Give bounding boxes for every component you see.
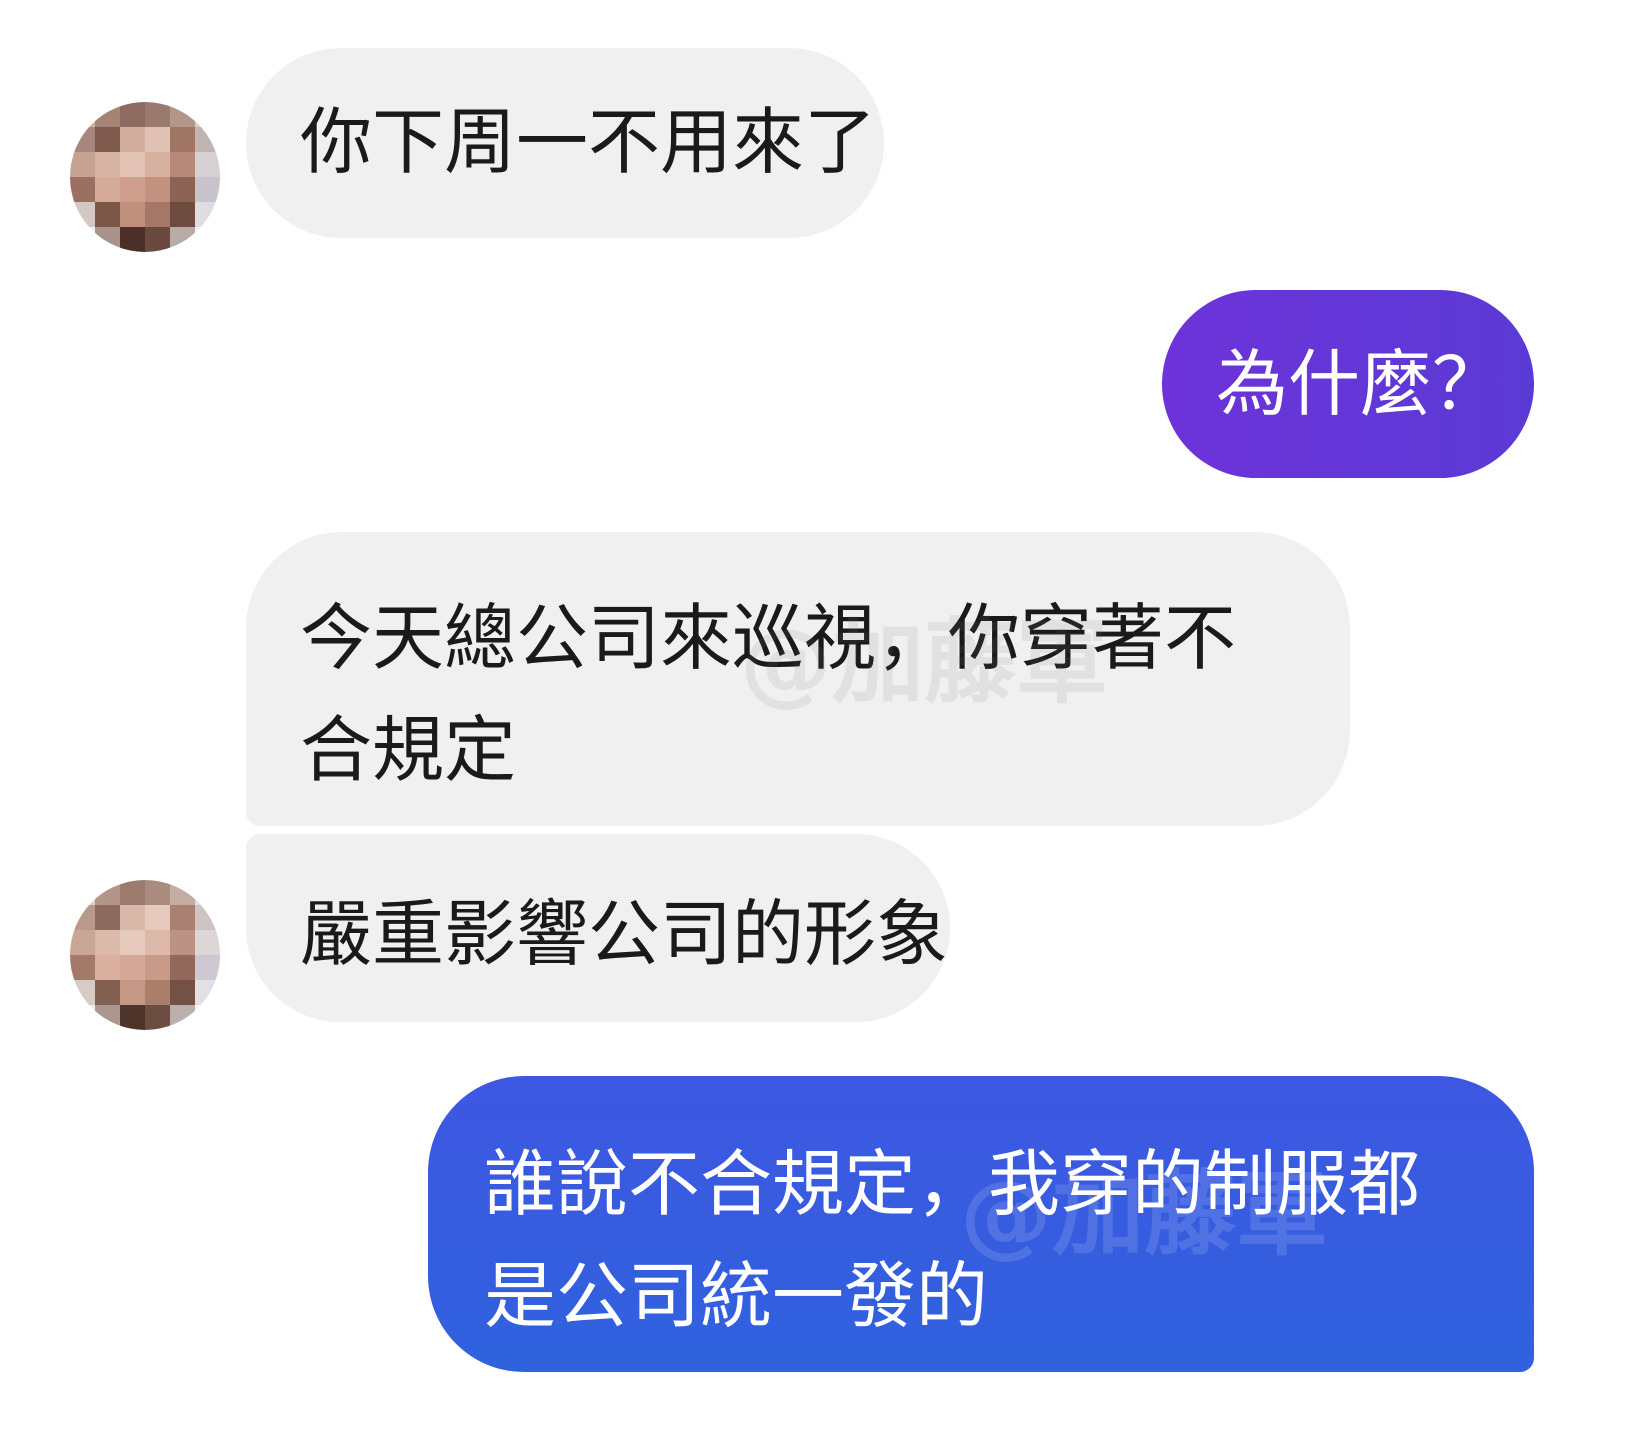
message-text: 為什麼？: [1216, 342, 1505, 426]
message-bubble-incoming[interactable]: 嚴重影響公司的形象: [246, 834, 950, 1022]
message-bubble-outgoing[interactable]: 為什麼？: [1162, 290, 1534, 478]
blurred-profile-photo-icon: [70, 102, 220, 252]
message-text: 今天總公司來巡視，你穿著不合規定: [300, 596, 1237, 792]
message-bubble-outgoing[interactable]: 誰說不合規定，我穿的制服都是公司統一發的: [428, 1076, 1534, 1372]
message-text: 你下周一不用來了: [300, 100, 877, 184]
blurred-profile-photo-icon: [70, 880, 220, 1030]
message-bubble-incoming[interactable]: 你下周一不用來了: [246, 48, 884, 238]
sender-avatar[interactable]: [70, 880, 220, 1030]
message-text: 嚴重影響公司的形象: [300, 892, 949, 976]
message-bubble-incoming[interactable]: 今天總公司來巡視，你穿著不合規定: [246, 532, 1350, 826]
message-text: 誰說不合規定，我穿的制服都是公司統一發的: [484, 1142, 1421, 1338]
sender-avatar[interactable]: [70, 102, 220, 252]
